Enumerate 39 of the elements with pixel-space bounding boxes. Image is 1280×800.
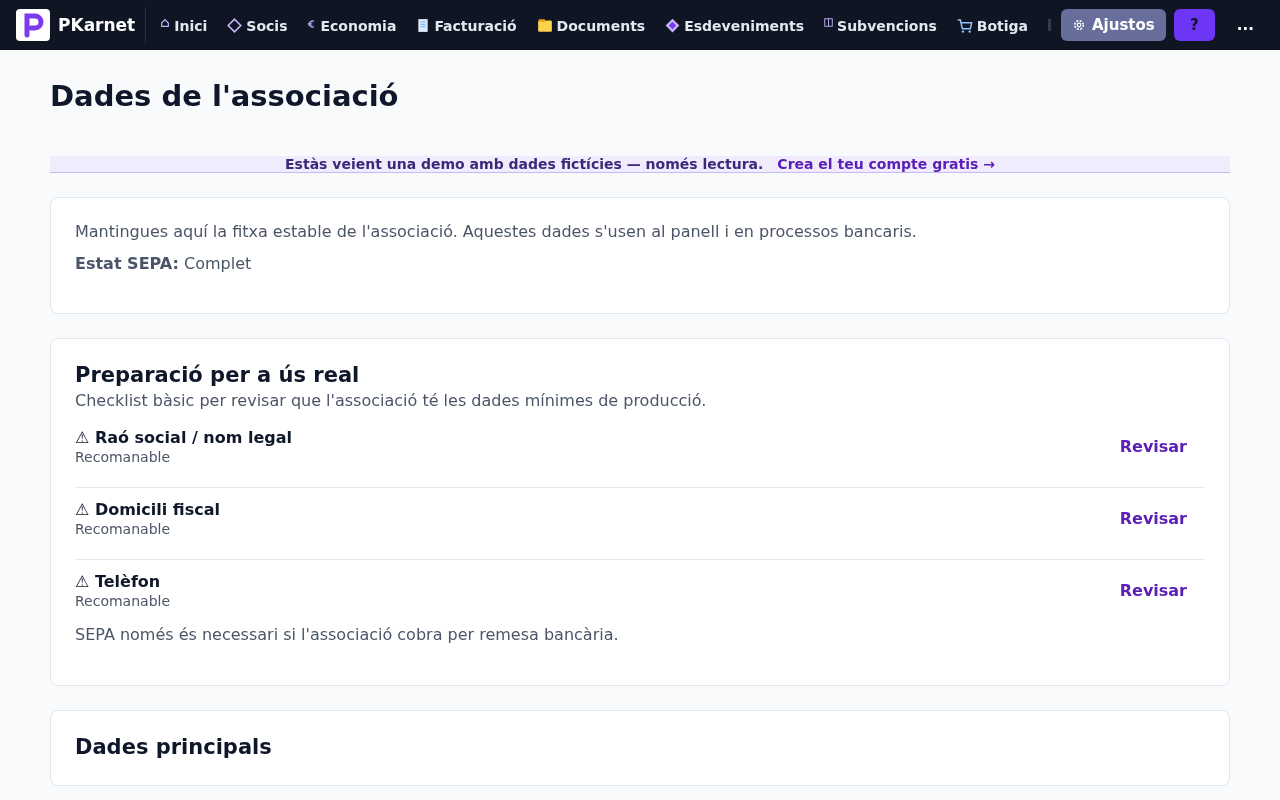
review-link[interactable]: Revisar [1113, 436, 1193, 457]
folder-icon [536, 18, 553, 33]
intro-text: Mantingues aquí la fitxa estable de l'associació. Aquestes dades s'usen al panell i en processos bancaris. [75, 221, 918, 243]
checklist-item-note: Recomanable [75, 521, 172, 537]
card-title: Preparació per a ús real [75, 363, 361, 387]
checklist-item-note: Recomanable [75, 449, 172, 465]
card-subtitle: Checklist bàsic per revisar que l'associació té les dades mínimes de producció. [75, 391, 708, 410]
footnote: SEPA només és necessari si l'associació cobra per remesa bancària. [75, 624, 620, 646]
nav-link[interactable]: Economia [307, 16, 397, 34]
columns-icon [824, 18, 834, 27]
nav-link[interactable]: Botiga [956, 16, 1028, 34]
signup-link[interactable]: Crea el teu compte gratis → [777, 156, 995, 172]
checklist-item-note: Recomanable [75, 593, 171, 609]
brand-name: PKarnet [58, 15, 136, 35]
page-title: Dades de l'associació [50, 78, 400, 115]
receipt-icon [416, 18, 431, 33]
card-title: Dades principals [75, 735, 273, 759]
cart-icon [956, 18, 973, 34]
house-icon [160, 18, 171, 28]
settings-icon [1072, 18, 1086, 32]
banner-text: Estàs veient una demo amb dades fictícies — només lectura. [285, 156, 764, 172]
nav-link[interactable]: Inici [160, 16, 208, 34]
checklist-item-title: ⚠ Domicili fiscal [75, 500, 220, 519]
nav-link[interactable]: Esdeveniments [665, 16, 805, 34]
nav-link[interactable]: Socis [227, 16, 288, 34]
review-link[interactable]: Revisar [1113, 580, 1193, 601]
diamond-icon [665, 18, 681, 33]
logo-icon [16, 9, 50, 41]
checklist-item-title: ⚠ Raó social / nom legal [75, 428, 293, 447]
nav-link[interactable]: Facturació [416, 16, 517, 34]
more-button[interactable]: ... [1230, 15, 1260, 35]
diamond-icon [227, 18, 243, 33]
checklist-item-title: ⚠ Telèfon [75, 572, 162, 591]
sepa-status: Estat SEPA: Complet [75, 254, 253, 273]
settings-button[interactable]: Ajustos [1061, 9, 1166, 41]
review-link[interactable]: Revisar [1113, 508, 1193, 529]
nav-link[interactable]: Documents [536, 16, 646, 34]
euro-icon [307, 18, 317, 30]
nav-link[interactable]: Subvencions [824, 16, 937, 34]
